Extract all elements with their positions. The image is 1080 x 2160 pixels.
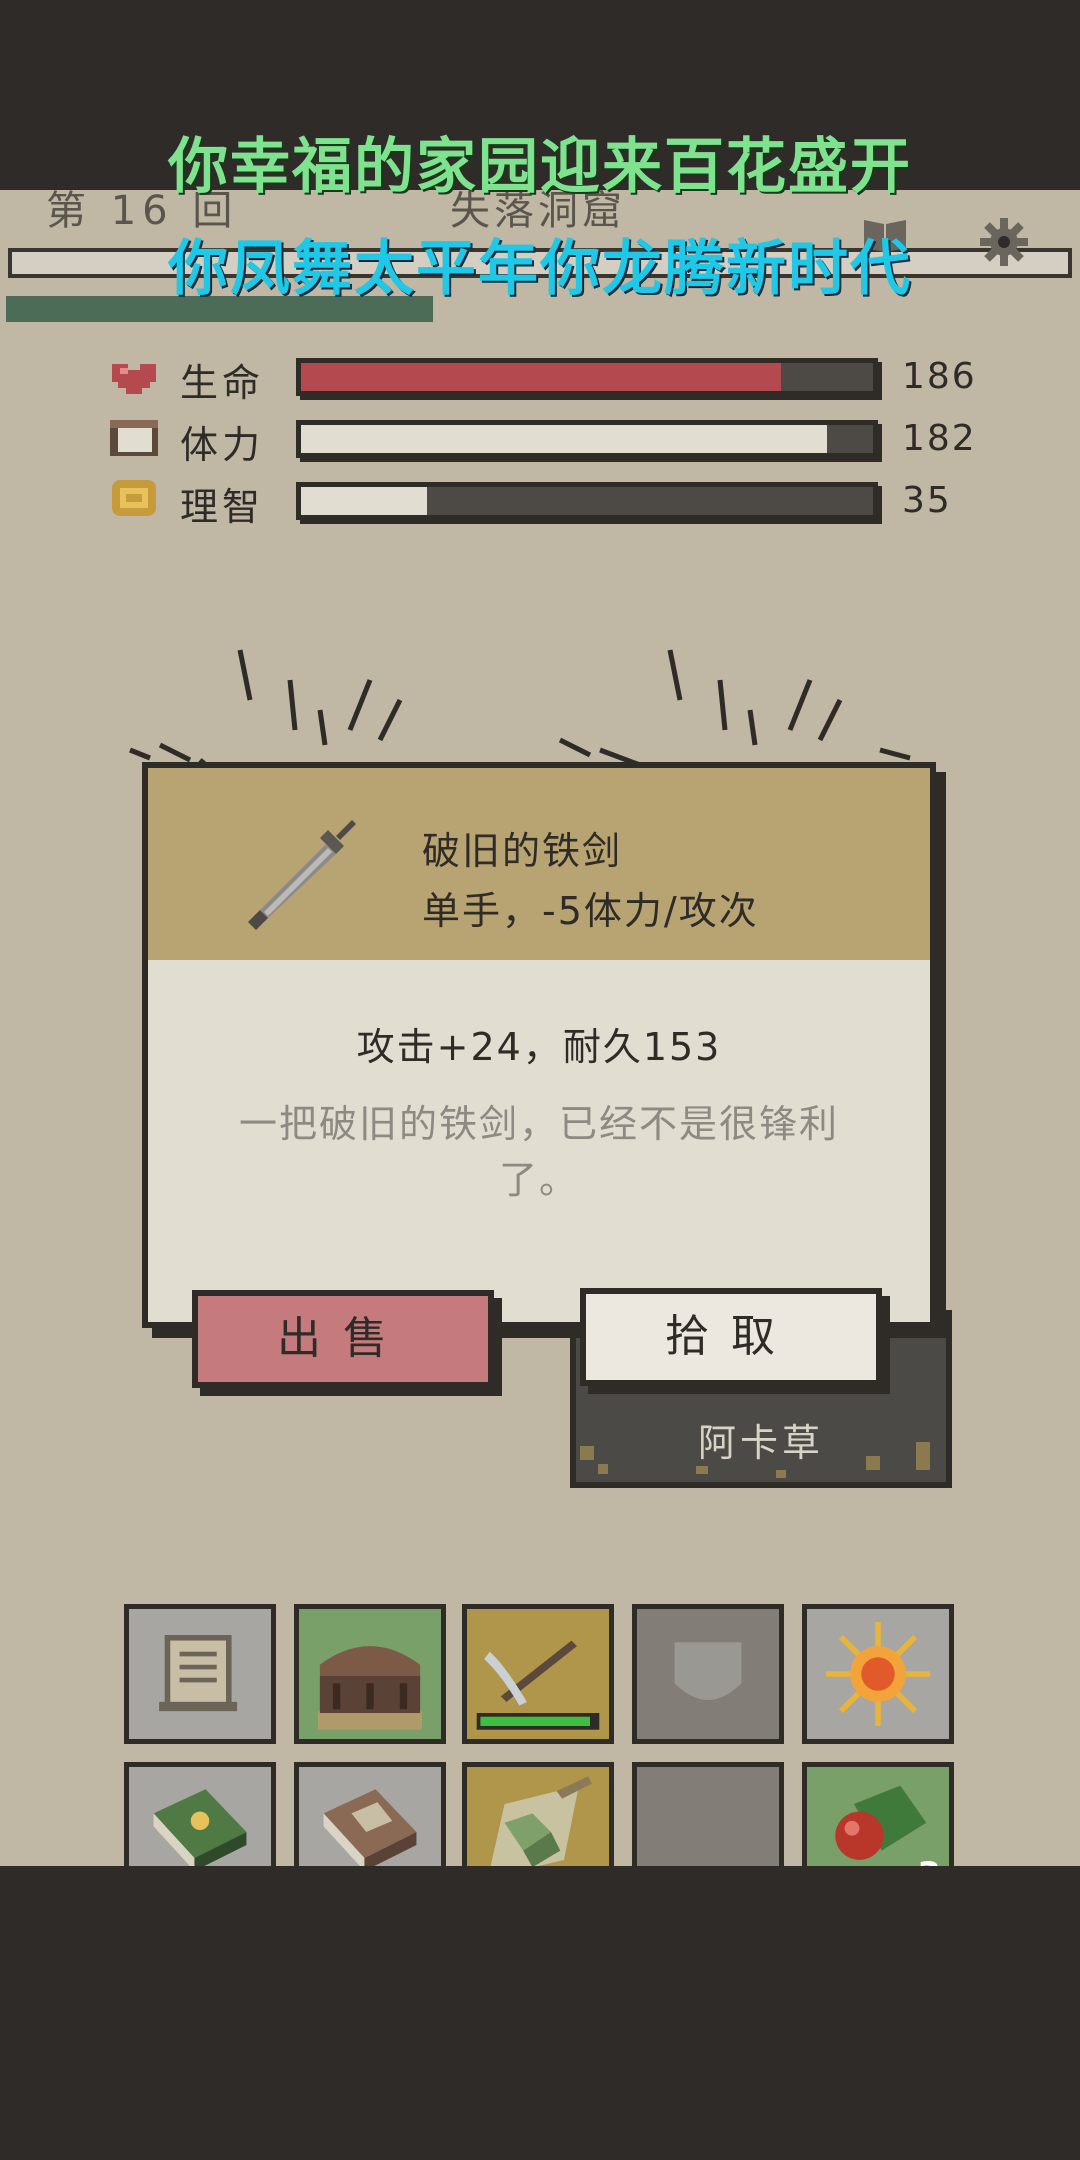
caption-line-2: 你凤舞太平年你龙腾新时代 [168,234,912,304]
item-stats: 攻击+24，耐久153 [356,1025,722,1069]
item-description: 一把破旧的铁剑，已经不是很锋利了。 [238,1102,839,1202]
inventory-slot-shield[interactable] [632,1604,784,1744]
sanity-value: 35 [902,480,952,521]
sun-icon [826,1622,930,1726]
inventory-slot-sun[interactable] [802,1604,954,1744]
pickup-button[interactable]: 拾取 [580,1288,882,1386]
heart-icon [112,364,156,394]
item-name: 破旧的铁剑 [422,829,623,873]
pickaxe-icon [476,1640,600,1730]
sanity-label: 理智 [180,485,265,529]
inventory-slot-scroll[interactable] [124,1604,276,1744]
item-subtitle: 单手，-5体力/攻次 [422,889,759,933]
iron-sword-icon [248,820,356,930]
hp-bar [296,358,878,396]
stamina-value: 182 [902,418,977,459]
inventory-slot-chest[interactable] [294,1604,446,1744]
background-card-name: 阿卡草 [697,1421,824,1465]
stamina-bar [296,420,878,458]
inventory-slot-pickaxe[interactable] [462,1604,614,1744]
sanity-icon [112,480,156,516]
item-dialog: 破旧的铁剑 单手，-5体力/攻次 攻击+24，耐久153 一把破旧的铁剑，已经不… [142,762,936,1328]
stamina-icon [110,420,158,456]
treasure-chest-icon [318,1646,422,1730]
caption-line-1: 你幸福的家园迎来百花盛开 [168,132,912,202]
sell-button[interactable]: 出售 [192,1290,494,1388]
bottom-bar [0,1866,1080,2160]
hp-label: 生命 [180,361,265,405]
stamina-label: 体力 [180,423,265,467]
stamina-bar-fill [301,425,828,453]
sanity-bar [296,482,878,520]
sanity-bar-fill [301,487,427,515]
hp-value: 186 [902,356,977,397]
shield-icon [674,1642,742,1700]
scroll-icon [159,1635,238,1712]
hp-bar-fill [301,363,782,391]
